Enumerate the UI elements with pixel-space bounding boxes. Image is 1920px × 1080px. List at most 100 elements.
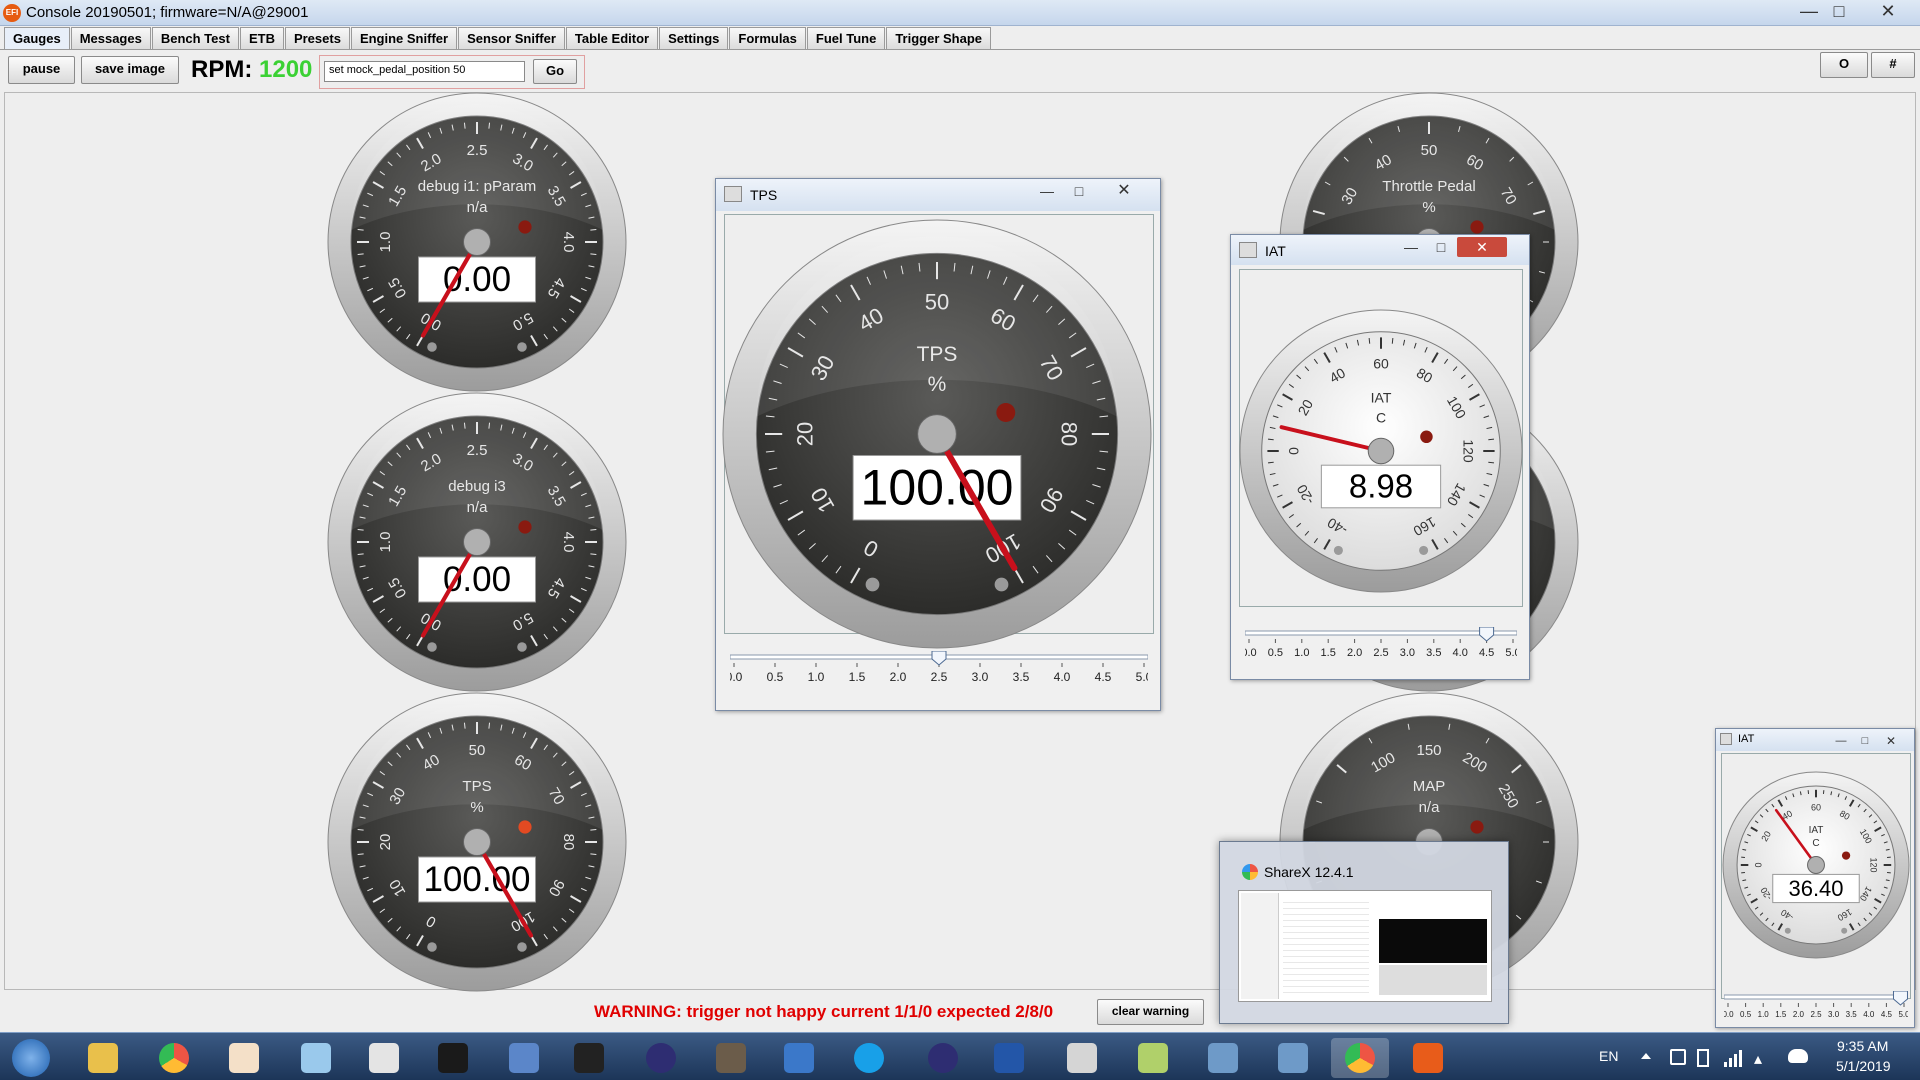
gauge-title: debug i3 [448,478,506,495]
slider-track[interactable]: 0.0 0.5 1.0 1.5 2.0 2.5 3.0 3.5 4.0 4.5 5.0 [726,650,1153,685]
minimize-button[interactable]: — [1830,731,1852,751]
close-button[interactable]: ✕ [1878,731,1904,751]
taskbar-pdf-tool-icon[interactable] [215,1038,273,1078]
gauge-iat-small[interactable]: -40 -20 0 20 40 60 80 100 120 140 160 IAT C 36.40 [1722,771,1910,959]
action-center-icon[interactable] [1670,1049,1686,1065]
clock-time[interactable]: 9:35 AM [1837,1038,1888,1054]
tab-settings[interactable]: Settings [659,27,729,49]
gauge-tps-large[interactable]: 0102030405060708090100TPS%100.00 [722,219,1152,649]
go-button[interactable]: Go [533,59,577,84]
network-icon[interactable] [1724,1049,1742,1067]
app-icon: EFI [3,4,21,22]
tab-messages[interactable]: Messages [70,27,151,49]
taskbar-file-explorer-icon[interactable] [74,1038,132,1078]
tab-formulas[interactable]: Formulas [729,27,806,49]
tab-bench-test[interactable]: Bench Test [151,27,239,49]
tab-engine-sniffer[interactable]: Engine Sniffer [350,27,458,49]
battery-icon[interactable] [1697,1049,1709,1067]
taskbar-eclipse-icon[interactable] [632,1038,690,1078]
close-button[interactable]: ✕ [1457,237,1507,257]
save-image-button[interactable]: save image [81,56,179,84]
taskbar-remote-desktop-icon[interactable] [1194,1038,1252,1078]
taskbar-paint-icon[interactable] [355,1038,413,1078]
iat-small-slider[interactable]: 0.0 0.5 1.0 1.5 2.0 2.5 3.0 3.5 4.0 4.5 5.0 [1722,990,1910,1024]
language-indicator[interactable]: EN [1599,1048,1618,1064]
taskbar-movie-maker-icon[interactable] [424,1038,482,1078]
slider-thumb[interactable] [1479,626,1495,642]
gauge-iat[interactable]: -40 -20 0 20 40 60 80 100 120 140 160 IAT C 8.98 [1239,309,1523,593]
taskbar-remote-2-icon[interactable] [1264,1038,1322,1078]
slider-tick-label: 1.5 [1321,647,1336,659]
tps-slider[interactable]: 0.0 0.5 1.0 1.5 2.0 2.5 3.0 3.5 4.0 4.5 5.0 [726,650,1153,688]
slider-tick-label: 4.5 [1095,670,1112,684]
tray-expand-icon[interactable] [1641,1053,1651,1059]
tab-table-editor[interactable]: Table Editor [565,27,659,49]
taskbar-database-icon[interactable] [980,1038,1038,1078]
gauge-debug-i1[interactable]: 0.00.51.01.52.02.53.03.54.04.55.0debug i… [327,92,627,392]
clock-date[interactable]: 5/1/2019 [1836,1058,1891,1074]
command-input[interactable]: set mock_pedal_position 50 [324,61,525,82]
maximize-button[interactable]: □ [1066,181,1092,201]
gauge-unit: % [1422,199,1435,216]
iat-window[interactable]: IAT — □ ✕ -40 -20 0 20 40 60 80 100 120 140 160 IAT… [1230,234,1530,680]
tab-gauges[interactable]: Gauges [4,27,70,49]
iat-small-window[interactable]: IAT — □ ✕ -40 -20 0 20 40 60 80 100 120 140 160 IAT… [1715,728,1915,1028]
slider-tick-label: 5.0 [1505,647,1517,659]
sharex-icon [1242,864,1258,880]
tab-sensor-sniffer[interactable]: Sensor Sniffer [458,27,565,49]
gauge-title: MAP [1413,778,1446,795]
tab-trigger-shape[interactable]: Trigger Shape [886,27,992,49]
java-icon [1720,733,1732,745]
maximize-button[interactable]: □ [1427,237,1455,257]
iat-slider[interactable]: 0.0 0.5 1.0 1.5 2.0 2.5 3.0 3.5 4.0 4.5 5.0 [1241,626,1521,663]
slider-thumb[interactable] [1892,990,1908,1006]
taskbar-start-orb-icon[interactable] [4,1038,62,1078]
maximize-button[interactable]: □ [1854,731,1876,751]
slider-tick-label: 2.5 [931,670,948,684]
gauge-value: 100.00 [423,860,530,899]
slider-track[interactable]: 0.0 0.5 1.0 1.5 2.0 2.5 3.0 3.5 4.0 4.5 5.0 [1241,626,1521,660]
tab-etb[interactable]: ETB [239,27,284,49]
iat-window-titlebar[interactable]: IAT — □ ✕ [1231,235,1529,265]
slider-thumb[interactable] [931,650,947,666]
volume-icon[interactable]: ▴ [1754,1049,1772,1068]
minimize-button[interactable]: — [1397,237,1425,257]
taskbar-skype-icon[interactable] [840,1038,898,1078]
rpm-label: RPM: [191,56,253,83]
taskbar-notepad-icon[interactable] [287,1038,345,1078]
gauge-debug-i3[interactable]: 0.00.51.01.52.02.53.03.54.04.55.0debug i… [327,392,627,692]
o-button[interactable]: O [1820,52,1868,78]
close-button[interactable]: ✕ [1870,0,1906,22]
tab-fuel-tune[interactable]: Fuel Tune [806,27,886,49]
minimize-button[interactable]: — [1034,181,1060,201]
slider-tick-label: 0.0 [730,670,743,684]
taskbar-sharex-icon[interactable] [1331,1038,1389,1078]
taskbar-chrome-icon[interactable] [145,1038,203,1078]
gauge-tps[interactable]: 0102030405060708090100TPS%100.00 [327,692,627,992]
sharex-preview[interactable]: ShareX 12.4.1 [1219,841,1509,1024]
taskbar-eclipse-2-icon[interactable] [914,1038,972,1078]
slider-tick-label: 4.0 [1453,647,1468,659]
iat-small-titlebar[interactable]: IAT — □ ✕ [1716,729,1914,751]
taskbar-intellij-icon[interactable] [560,1038,618,1078]
cloud-icon[interactable] [1788,1049,1808,1063]
taskbar-paint-net-icon[interactable] [1124,1038,1182,1078]
slider-tick-label: 5.0 [1136,670,1148,684]
taskbar-rusefi-console-icon[interactable] [1399,1038,1457,1078]
gauge-tick-label: 0 [1753,862,1763,867]
window-titlebar[interactable]: EFI Console 20190501; firmware=N/A@29001… [0,0,1920,26]
gauge-tick-label: 1.0 [377,532,394,553]
tab-presets[interactable]: Presets [284,27,350,49]
clear-warning-button[interactable]: clear warning [1097,999,1204,1025]
taskbar-git-icon[interactable] [1053,1038,1111,1078]
hash-button[interactable]: # [1871,52,1915,78]
close-button[interactable]: ✕ [1106,181,1142,201]
tps-window[interactable]: TPS — □ ✕ 0102030405060708090100TPS%100.… [715,178,1161,711]
taskbar-gimp-icon[interactable] [702,1038,760,1078]
tps-window-titlebar[interactable]: TPS — □ ✕ [716,179,1160,211]
taskbar-virtualbox-icon[interactable] [770,1038,828,1078]
taskbar-network-icon[interactable] [495,1038,553,1078]
slider-track[interactable]: 0.0 0.5 1.0 1.5 2.0 2.5 3.0 3.5 4.0 4.5 5.0 [1722,990,1910,1021]
pause-button[interactable]: pause [8,56,75,84]
maximize-button[interactable]: □ [1821,0,1857,22]
